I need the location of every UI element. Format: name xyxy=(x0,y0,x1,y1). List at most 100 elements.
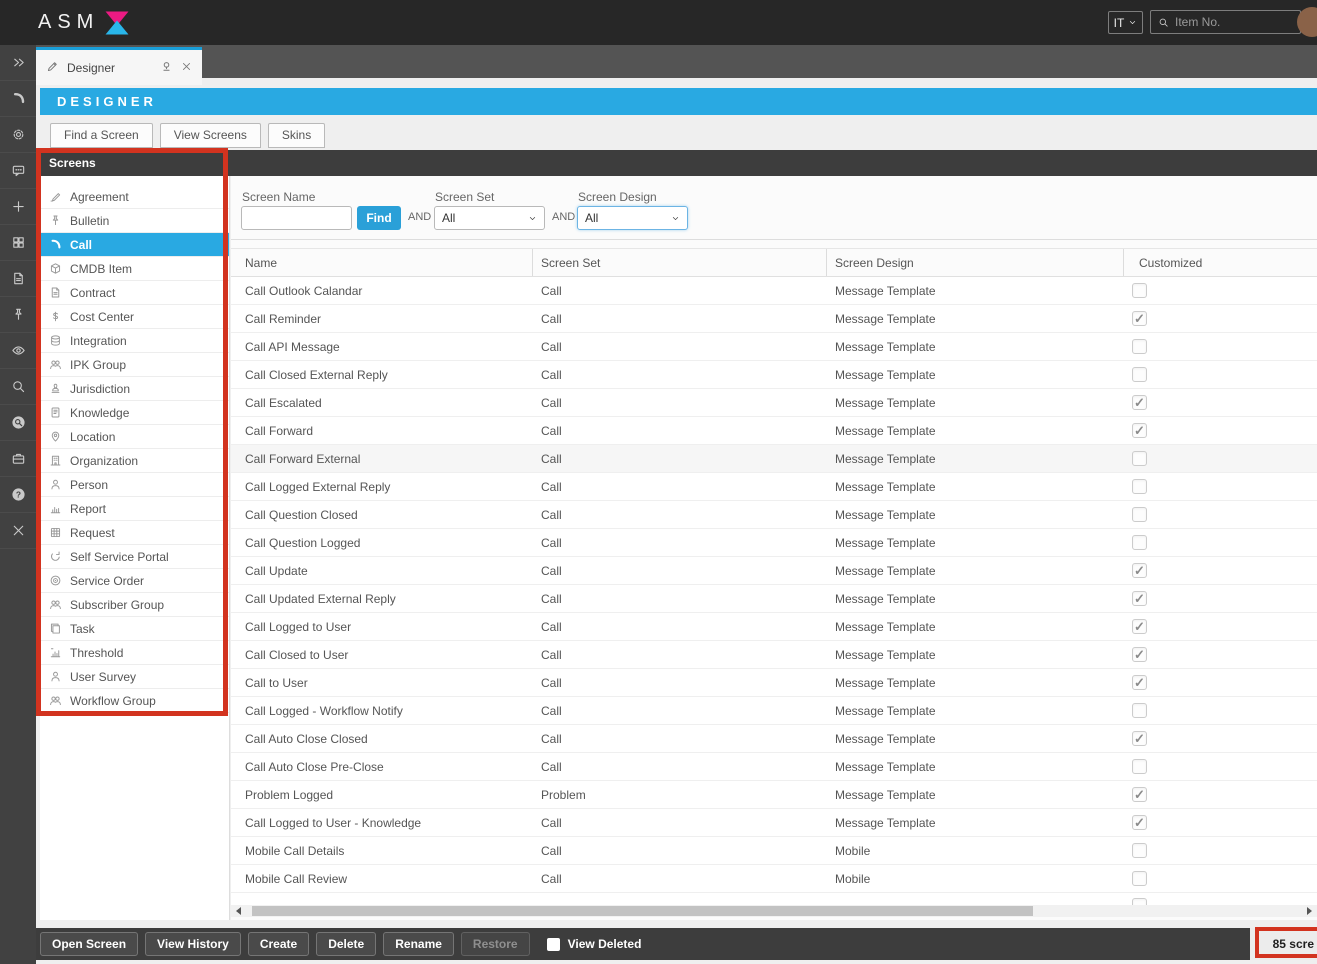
sidebar-item-cmdb-item[interactable]: CMDB Item xyxy=(40,257,229,281)
table-row[interactable]: Call API MessageCallMessage Template xyxy=(231,333,1317,361)
column-header-screen-set[interactable]: Screen Set xyxy=(533,249,827,276)
sidebar-item-organization[interactable]: Organization xyxy=(40,449,229,473)
scroll-left-arrow[interactable] xyxy=(232,905,244,917)
rail-button-pushpin-icon[interactable] xyxy=(0,297,36,333)
rail-button-grid-icon[interactable] xyxy=(0,225,36,261)
customized-checkbox[interactable] xyxy=(1132,479,1147,494)
rail-button-chat-icon[interactable] xyxy=(0,153,36,189)
customized-checkbox[interactable] xyxy=(1132,787,1147,802)
sidebar-item-threshold[interactable]: Threshold xyxy=(40,641,229,665)
customized-checkbox[interactable] xyxy=(1132,703,1147,718)
sidebar-item-user-survey[interactable]: User Survey xyxy=(40,665,229,689)
sidebar-item-report[interactable]: Report xyxy=(40,497,229,521)
sidebar-item-knowledge[interactable]: Knowledge xyxy=(40,401,229,425)
region-select[interactable]: IT xyxy=(1108,11,1143,34)
sidebar-item-jurisdiction[interactable]: Jurisdiction xyxy=(40,377,229,401)
customized-checkbox[interactable] xyxy=(1132,507,1147,522)
customized-checkbox[interactable] xyxy=(1132,619,1147,634)
rail-button-double-chevron-right-icon[interactable] xyxy=(0,45,36,81)
tab-designer[interactable]: Designer xyxy=(36,47,202,85)
table-row[interactable]: Problem LoggedProblemMessage Template xyxy=(231,781,1317,809)
rail-button-plus-icon[interactable] xyxy=(0,189,36,225)
customized-checkbox[interactable] xyxy=(1132,367,1147,382)
tab-skins[interactable]: Skins xyxy=(268,123,325,148)
customized-checkbox[interactable] xyxy=(1132,759,1147,774)
tab-view-screens[interactable]: View Screens xyxy=(160,123,261,148)
sidebar-item-contract[interactable]: Contract xyxy=(40,281,229,305)
customized-checkbox[interactable] xyxy=(1132,843,1147,858)
table-row[interactable]: Call ReminderCallMessage Template xyxy=(231,305,1317,333)
column-header-screen-design[interactable]: Screen Design xyxy=(827,249,1124,276)
table-row[interactable]: Call Outlook CalandarCallMessage Templat… xyxy=(231,277,1317,305)
customized-checkbox[interactable] xyxy=(1132,311,1147,326)
table-row[interactable]: Mobile Call ReviewCallMobile xyxy=(231,865,1317,893)
customized-checkbox[interactable] xyxy=(1132,395,1147,410)
customized-checkbox[interactable] xyxy=(1132,675,1147,690)
sidebar-item-agreement[interactable]: Agreement xyxy=(40,185,229,209)
sidebar-item-integration[interactable]: Integration xyxy=(40,329,229,353)
rail-button-document-icon[interactable] xyxy=(0,261,36,297)
customized-checkbox[interactable] xyxy=(1132,339,1147,354)
customized-checkbox[interactable] xyxy=(1132,898,1147,905)
sidebar-item-task[interactable]: Task xyxy=(40,617,229,641)
rail-button-phone-icon[interactable] xyxy=(0,81,36,117)
table-row[interactable]: Call EscalatedCallMessage Template xyxy=(231,389,1317,417)
sidebar-item-call[interactable]: Call xyxy=(40,233,229,257)
table-row[interactable]: Call Auto Close Pre-CloseCallMessage Tem… xyxy=(231,753,1317,781)
table-row[interactable]: Call Updated External ReplyCallMessage T… xyxy=(231,585,1317,613)
item-search-input[interactable] xyxy=(1175,15,1285,29)
customized-checkbox[interactable] xyxy=(1132,871,1147,886)
find-button[interactable]: Find xyxy=(357,206,401,230)
create-button[interactable]: Create xyxy=(248,932,309,956)
sidebar-item-ipk-group[interactable]: IPK Group xyxy=(40,353,229,377)
rail-button-search-badge-icon[interactable] xyxy=(0,405,36,441)
rail-button-search-icon[interactable] xyxy=(0,369,36,405)
table-row[interactable]: Mobile Call DetailsCallMobile xyxy=(231,837,1317,865)
open-screen-button[interactable]: Open Screen xyxy=(40,932,138,956)
rail-button-close-icon[interactable] xyxy=(0,513,36,549)
rail-button-gear-icon[interactable] xyxy=(0,117,36,153)
scroll-thumb[interactable] xyxy=(252,906,1033,916)
customized-checkbox[interactable] xyxy=(1132,535,1147,550)
sidebar-item-subscriber-group[interactable]: Subscriber Group xyxy=(40,593,229,617)
customized-checkbox[interactable] xyxy=(1132,423,1147,438)
view-deleted-toggle[interactable]: View Deleted xyxy=(547,937,642,951)
table-row[interactable]: Call Logged to User - KnowledgeCallMessa… xyxy=(231,809,1317,837)
sidebar-item-bulletin[interactable]: Bulletin xyxy=(40,209,229,233)
screen-design-select[interactable]: All xyxy=(577,206,688,230)
table-row[interactable]: Call to UserCallMessage Template xyxy=(231,669,1317,697)
horizontal-scrollbar[interactable] xyxy=(231,905,1317,917)
table-row[interactable]: Call UpdateCallMessage Template xyxy=(231,557,1317,585)
customized-checkbox[interactable] xyxy=(1132,591,1147,606)
view-history-button[interactable]: View History xyxy=(145,932,241,956)
sidebar-item-self-service-portal[interactable]: Self Service Portal xyxy=(40,545,229,569)
close-icon[interactable] xyxy=(181,61,192,75)
table-row[interactable]: Call Question LoggedCallMessage Template xyxy=(231,529,1317,557)
sidebar-item-person[interactable]: Person xyxy=(40,473,229,497)
customized-checkbox[interactable] xyxy=(1132,451,1147,466)
table-row[interactable]: Call Question ClosedCallMessage Template xyxy=(231,501,1317,529)
rail-button-eye-icon[interactable] xyxy=(0,333,36,369)
sidebar-item-workflow-group[interactable]: Workflow Group xyxy=(40,689,229,713)
column-header-customized[interactable]: Customized xyxy=(1124,249,1317,276)
item-search-box[interactable] xyxy=(1150,10,1301,34)
table-row[interactable]: Call Logged - Workflow NotifyCallMessage… xyxy=(231,697,1317,725)
table-row[interactable]: Call ForwardCallMessage Template xyxy=(231,417,1317,445)
table-row[interactable]: Call Logged to UserCallMessage Template xyxy=(231,613,1317,641)
view-deleted-checkbox[interactable] xyxy=(547,938,560,951)
table-row[interactable]: Call Auto Close ClosedCallMessage Templa… xyxy=(231,725,1317,753)
customized-checkbox[interactable] xyxy=(1132,815,1147,830)
table-row[interactable]: Call Closed External ReplyCallMessage Te… xyxy=(231,361,1317,389)
table-row[interactable]: Call Logged External ReplyCallMessage Te… xyxy=(231,473,1317,501)
sidebar-item-cost-center[interactable]: Cost Center xyxy=(40,305,229,329)
table-row[interactable]: Call Forward ExternalCallMessage Templat… xyxy=(231,445,1317,473)
customized-checkbox[interactable] xyxy=(1132,563,1147,578)
screen-name-input[interactable] xyxy=(241,206,352,230)
tab-pin-icon[interactable] xyxy=(160,60,173,76)
scroll-right-arrow[interactable] xyxy=(1303,905,1315,917)
customized-checkbox[interactable] xyxy=(1132,647,1147,662)
tab-find-a-screen[interactable]: Find a Screen xyxy=(50,123,153,148)
delete-button[interactable]: Delete xyxy=(316,932,376,956)
table-row[interactable]: Call Closed to UserCallMessage Template xyxy=(231,641,1317,669)
rail-button-briefcase-icon[interactable] xyxy=(0,441,36,477)
